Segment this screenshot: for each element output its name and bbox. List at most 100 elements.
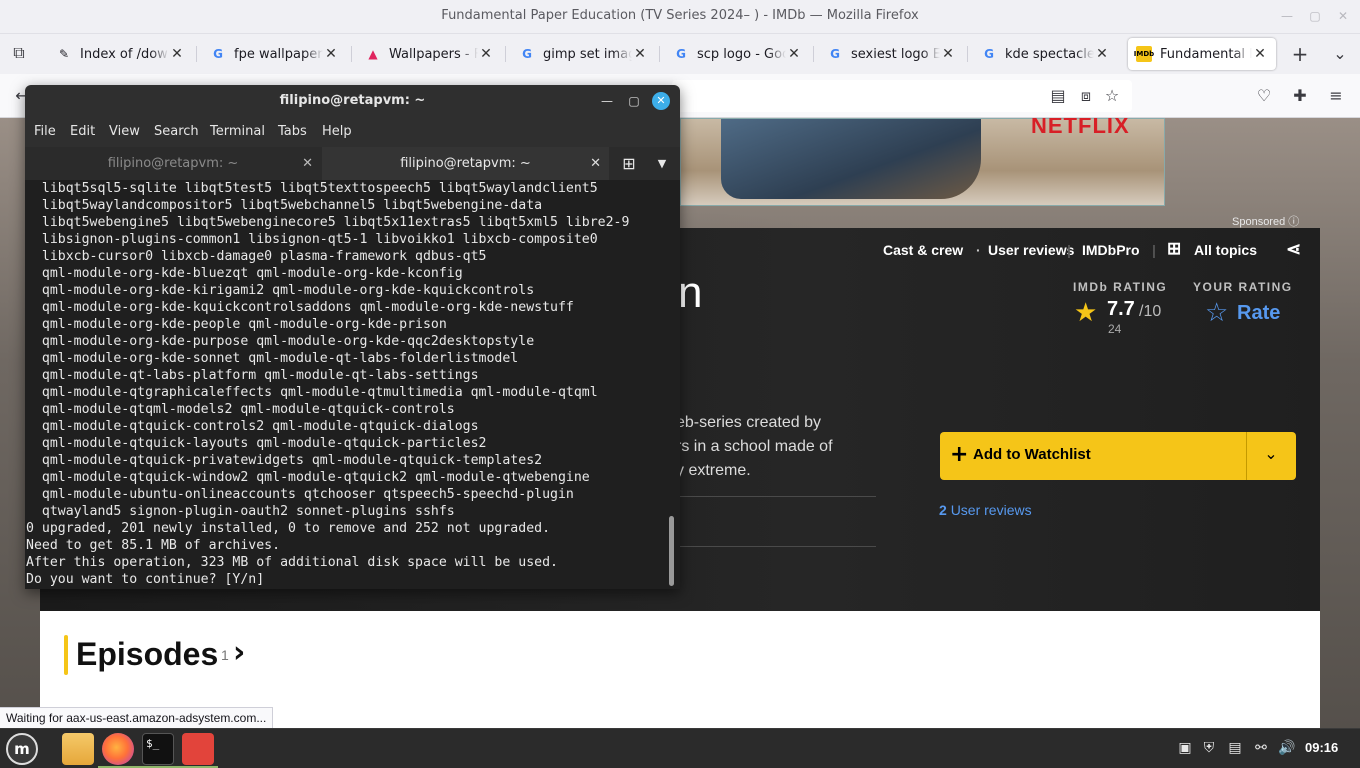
terminal-line: qml-module-org-kde-kquickcontrolsaddons …	[26, 300, 574, 315]
watchlist-label: Add to Watchlist	[973, 446, 1091, 463]
pocket-icon[interactable]: ♡	[1254, 86, 1274, 106]
rating-count: 24	[1108, 322, 1122, 336]
google-icon: G	[984, 47, 994, 61]
close-tab-icon[interactable]: ✕	[1252, 46, 1268, 62]
tab-fpe-wallpaper[interactable]: G fpe wallpaper crying ✕	[202, 38, 347, 70]
tab-fundamental-paper[interactable]: IMDb Fundamental Paper Education ✕	[1128, 38, 1276, 70]
close-icon[interactable]: ✕	[1336, 9, 1350, 23]
maximize-icon[interactable]: ▢	[627, 94, 641, 108]
all-topics-link[interactable]: All topics	[1194, 242, 1257, 258]
info-icon[interactable]: ⓘ	[1288, 216, 1299, 228]
terminal-window[interactable]: filipino@retapvm: ~ — ▢ ✕ File Edit View…	[25, 85, 680, 589]
menu-file[interactable]: File	[34, 124, 56, 139]
terminal-menubar: File Edit View Search Terminal Tabs Help	[25, 117, 680, 147]
terminal-line: qml-module-qtquick-layouts qml-module-qt…	[26, 436, 487, 451]
add-to-watchlist-button[interactable]: + Add to Watchlist ⌄	[940, 432, 1296, 480]
terminal-tab-1[interactable]: filipino@retapvm: ~ ✕	[25, 147, 321, 180]
google-icon: G	[830, 47, 840, 61]
extensions-icon[interactable]: ✚	[1290, 86, 1310, 106]
bookmark-star-icon[interactable]: ☆	[1102, 86, 1122, 106]
notes-icon[interactable]: ▤	[1226, 739, 1244, 757]
menu-help[interactable]: Help	[322, 124, 352, 139]
rate-button[interactable]: Rate	[1237, 302, 1280, 325]
clipboard-icon[interactable]: ▣	[1176, 739, 1194, 757]
share-icon[interactable]: ⋖	[1286, 239, 1301, 260]
menu-view[interactable]: View	[109, 124, 140, 139]
close-tab-icon[interactable]: ✕	[632, 46, 648, 62]
volume-icon[interactable]: 🔊	[1278, 739, 1296, 757]
user-reviews-count-link[interactable]: 2 User reviews	[939, 502, 1032, 518]
rating-value[interactable]: 7.7	[1107, 298, 1135, 321]
picture-in-picture-icon[interactable]: ⧈	[1076, 86, 1096, 106]
tab-label: gimp set image size	[543, 46, 632, 62]
grid-icon[interactable]: ⊞	[1167, 239, 1181, 259]
menu-edit[interactable]: Edit	[70, 124, 95, 139]
terminal-tab-bar: filipino@retapvm: ~ ✕ filipino@retapvm: …	[25, 147, 680, 180]
close-tab-icon[interactable]: ✕	[1094, 46, 1110, 62]
divider	[676, 496, 876, 497]
close-tab-icon[interactable]: ✕	[169, 46, 185, 62]
tab-scp-logo[interactable]: G scp logo - Google Search ✕	[665, 38, 810, 70]
cast-crew-link[interactable]: Cast & crew	[883, 242, 963, 258]
tab-manager-icon[interactable]: ⧉	[9, 43, 29, 63]
chevron-down-icon[interactable]: ⌄	[1246, 444, 1296, 463]
terminal-line: libsignon-plugins-common1 libsignon-qt5-…	[26, 232, 598, 247]
nav-divider: |	[1152, 242, 1156, 258]
terminal-line: qml-module-qtqml-models2 qml-module-qtqu…	[26, 402, 455, 417]
terminal-line: qml-module-org-kde-purpose qml-module-or…	[26, 334, 535, 349]
minimize-icon[interactable]: —	[1280, 9, 1294, 23]
chevron-down-icon[interactable]: ⌄	[1330, 44, 1350, 64]
tab-sexiest-logo[interactable]: G sexiest logo EVER ✕	[819, 38, 964, 70]
close-tab-icon[interactable]: ✕	[302, 147, 313, 180]
shield-icon[interactable]: ⛨	[1200, 739, 1218, 757]
terminal-icon[interactable]: $_	[142, 733, 174, 765]
close-tab-icon[interactable]: ✕	[323, 46, 339, 62]
terminal-line: qml-module-org-kde-people qml-module-org…	[26, 317, 447, 332]
tab-gimp-set-image[interactable]: G gimp set image size ✕	[511, 38, 656, 70]
chevron-right-icon[interactable]: ›	[233, 635, 245, 670]
tab-index-of-downloads[interactable]: ✎ Index of /downloads ✕	[48, 38, 193, 70]
description-line: rs in a school made of	[676, 438, 833, 455]
menu-icon[interactable]: ≡	[1326, 86, 1346, 106]
tab-label: Fundamental Paper Education	[1160, 46, 1252, 62]
tab-wallpapers[interactable]: ▲ Wallpapers - Fotor ✕	[357, 38, 502, 70]
terminal-line: Do you want to continue? [Y/n]	[26, 572, 265, 587]
terminal-tab-2[interactable]: filipino@retapvm: ~ ✕	[322, 147, 609, 180]
tab-kde-spectacle[interactable]: G kde spectacle app ✕	[973, 38, 1118, 70]
minimize-icon[interactable]: —	[600, 94, 614, 108]
google-icon: G	[213, 47, 223, 61]
imdbpro-link[interactable]: IMDbPro	[1082, 242, 1140, 258]
your-rating-label: YOUR RATING	[1193, 280, 1293, 294]
terminal-titlebar[interactable]: filipino@retapvm: ~ — ▢ ✕	[25, 85, 680, 117]
files-icon[interactable]	[62, 733, 94, 765]
gimp-icon[interactable]	[182, 733, 214, 765]
close-tab-icon[interactable]: ✕	[478, 46, 494, 62]
mint-menu-icon[interactable]: m	[6, 733, 38, 765]
reader-view-icon[interactable]: ▤	[1048, 86, 1068, 106]
terminal-line: libqt5webengine5 libqt5webenginecore5 li…	[26, 215, 630, 230]
close-icon[interactable]: ✕	[652, 92, 670, 110]
menu-terminal[interactable]: Terminal	[210, 124, 265, 139]
clock[interactable]: 09:16	[1305, 740, 1338, 755]
new-tab-icon[interactable]: ⊞	[617, 147, 641, 180]
close-tab-icon[interactable]: ✕	[590, 147, 601, 180]
menu-tabs[interactable]: Tabs	[278, 124, 307, 139]
sponsored-text: Sponsored	[1232, 216, 1286, 228]
maximize-icon[interactable]: ▢	[1308, 9, 1322, 23]
terminal-line: qml-module-org-kde-sonnet qml-module-qt-…	[26, 351, 519, 366]
firefox-icon[interactable]	[102, 733, 134, 765]
menu-search[interactable]: Search	[154, 124, 199, 139]
close-tab-icon[interactable]: ✕	[786, 46, 802, 62]
new-tab-icon[interactable]: +	[1290, 44, 1310, 64]
terminal-scrollbar[interactable]	[669, 516, 674, 586]
close-tab-icon[interactable]: ✕	[940, 46, 956, 62]
ad-banner[interactable]: NETFLIX	[680, 118, 1165, 206]
episodes-heading[interactable]: Episodes	[76, 636, 218, 673]
network-icon[interactable]: ⚯	[1252, 739, 1270, 757]
user-reviews-link[interactable]: User reviews	[988, 242, 1074, 258]
nav-divider: |	[1067, 242, 1071, 258]
star-outline-icon[interactable]: ☆	[1205, 298, 1228, 328]
tab-list-icon[interactable]: ▼	[651, 147, 673, 180]
terminal-output[interactable]: libqt5sql5-sqlite libqt5test5 libqt5text…	[25, 180, 680, 589]
url-bar[interactable]: ▤ ⧈ ☆	[672, 80, 1132, 112]
